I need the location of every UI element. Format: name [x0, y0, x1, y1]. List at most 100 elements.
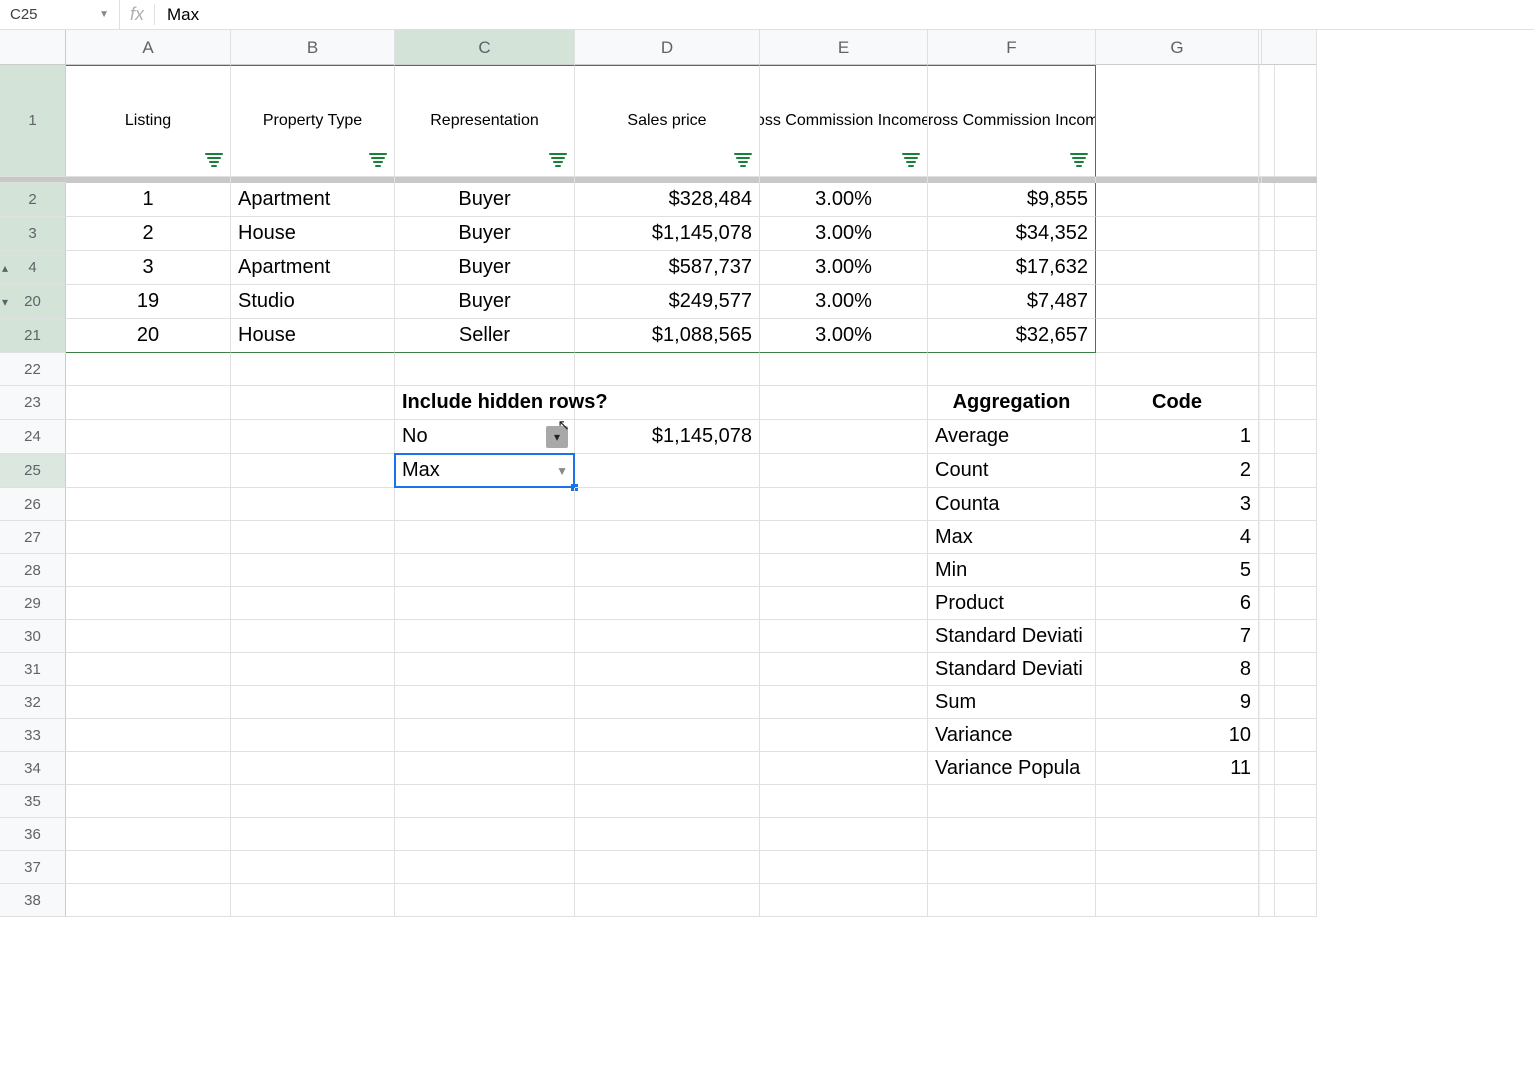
cell-G38[interactable] [1096, 884, 1259, 917]
cell-B27[interactable] [231, 521, 395, 554]
row-header-20[interactable]: ▾20 [0, 285, 66, 319]
cell-E32[interactable] [760, 686, 928, 719]
row-header-25[interactable]: 25 [0, 454, 66, 488]
cell-E35[interactable] [760, 785, 928, 818]
cell-H2[interactable] [1262, 183, 1317, 217]
cell-D38[interactable] [575, 884, 760, 917]
cell-E36[interactable] [760, 818, 928, 851]
cell-G24[interactable]: 1 [1096, 420, 1259, 454]
cell-B2[interactable]: Apartment [231, 183, 395, 217]
cell-E29[interactable] [760, 587, 928, 620]
cell-H37[interactable] [1262, 851, 1317, 884]
cell-H31[interactable] [1262, 653, 1317, 686]
row-header-23[interactable]: 23 [0, 386, 66, 420]
cell-A36[interactable] [66, 818, 231, 851]
cell-A34[interactable] [66, 752, 231, 785]
cell-F27[interactable]: Max [928, 521, 1096, 554]
cell-E22[interactable] [760, 353, 928, 386]
cell-C20[interactable]: Buyer [395, 285, 575, 319]
cell-D27[interactable] [575, 521, 760, 554]
cell-A22[interactable] [66, 353, 231, 386]
col-header-E[interactable]: E [760, 30, 928, 65]
cell-B4[interactable]: Apartment [231, 251, 395, 285]
cell-F24[interactable]: Average [928, 420, 1096, 454]
cell-H3[interactable] [1262, 217, 1317, 251]
cell-A27[interactable] [66, 521, 231, 554]
col-header-D[interactable]: D [575, 30, 760, 65]
cell-H4[interactable] [1262, 251, 1317, 285]
cell-C30[interactable] [395, 620, 575, 653]
cell-B29[interactable] [231, 587, 395, 620]
cell-C34[interactable] [395, 752, 575, 785]
cell-G31[interactable]: 8 [1096, 653, 1259, 686]
row-header-22[interactable]: 22 [0, 353, 66, 386]
cell-B26[interactable] [231, 488, 395, 521]
cell-H36[interactable] [1262, 818, 1317, 851]
cell-G32[interactable]: 9 [1096, 686, 1259, 719]
cell-B20[interactable]: Studio [231, 285, 395, 319]
cell-F31[interactable]: Standard Deviati [928, 653, 1096, 686]
cell-E21[interactable]: 3.00% [760, 319, 928, 353]
cell-H32[interactable] [1262, 686, 1317, 719]
row-header-21[interactable]: 21 [0, 319, 66, 353]
cell-B32[interactable] [231, 686, 395, 719]
cell-F1[interactable]: Gross Commission Income [928, 65, 1096, 177]
cell-B37[interactable] [231, 851, 395, 884]
dropdown-icon[interactable]: ▾↖ [546, 426, 568, 448]
cell-F4[interactable]: $17,632 [928, 251, 1096, 285]
cell-F2[interactable]: $9,855 [928, 183, 1096, 217]
cell-H20[interactable] [1262, 285, 1317, 319]
row-header-26[interactable]: 26 [0, 488, 66, 521]
cell-D29[interactable] [575, 587, 760, 620]
cell-G36[interactable] [1096, 818, 1259, 851]
cell-F21[interactable]: $32,657 [928, 319, 1096, 353]
cell-G22[interactable] [1096, 353, 1259, 386]
cell-E2[interactable]: 3.00% [760, 183, 928, 217]
cell-B35[interactable] [231, 785, 395, 818]
cell-G37[interactable] [1096, 851, 1259, 884]
cell-E23[interactable] [760, 386, 928, 420]
cell-H25[interactable] [1262, 454, 1317, 488]
cell-E33[interactable] [760, 719, 928, 752]
cell-F38[interactable] [928, 884, 1096, 917]
group-expand-down-icon[interactable]: ▾ [2, 295, 8, 309]
cell-C38[interactable] [395, 884, 575, 917]
cell-C28[interactable] [395, 554, 575, 587]
cell-E24[interactable] [760, 420, 928, 454]
group-collapse-up-icon[interactable]: ▴ [2, 261, 8, 275]
cell-C32[interactable] [395, 686, 575, 719]
cell-E20[interactable]: 3.00% [760, 285, 928, 319]
filter-icon[interactable] [205, 153, 223, 167]
filter-icon[interactable] [1070, 153, 1088, 167]
cell-B1[interactable]: Property Type [231, 65, 395, 177]
cell-E25[interactable] [760, 454, 928, 488]
cell-H28[interactable] [1262, 554, 1317, 587]
col-header-A[interactable]: A [66, 30, 231, 65]
cell-G30[interactable]: 7 [1096, 620, 1259, 653]
cell-B31[interactable] [231, 653, 395, 686]
cell-H29[interactable] [1262, 587, 1317, 620]
cell-D30[interactable] [575, 620, 760, 653]
cell-A32[interactable] [66, 686, 231, 719]
cell-B36[interactable] [231, 818, 395, 851]
cell-A26[interactable] [66, 488, 231, 521]
cell-C3[interactable]: Buyer [395, 217, 575, 251]
row-header-38[interactable]: 38 [0, 884, 66, 917]
cell-C26[interactable] [395, 488, 575, 521]
cell-C23[interactable]: Include hidden rows? [395, 386, 575, 420]
cell-G23[interactable]: Code [1096, 386, 1259, 420]
filter-icon[interactable] [734, 153, 752, 167]
cell-D3[interactable]: $1,145,078 [575, 217, 760, 251]
spreadsheet-grid[interactable]: A B C D E F G 1 Listing Property Type Re… [0, 30, 1534, 917]
col-header-C[interactable]: C [395, 30, 575, 65]
cell-E30[interactable] [760, 620, 928, 653]
cell-A1[interactable]: Listing [66, 65, 231, 177]
cell-C1[interactable]: Representation [395, 65, 575, 177]
cell-F30[interactable]: Standard Deviati [928, 620, 1096, 653]
name-box[interactable]: C25 ▼ [0, 0, 120, 29]
cell-G3[interactable] [1096, 217, 1259, 251]
row-header-30[interactable]: 30 [0, 620, 66, 653]
col-header-G[interactable]: G [1096, 30, 1259, 65]
cell-F26[interactable]: Counta [928, 488, 1096, 521]
cell-F32[interactable]: Sum [928, 686, 1096, 719]
